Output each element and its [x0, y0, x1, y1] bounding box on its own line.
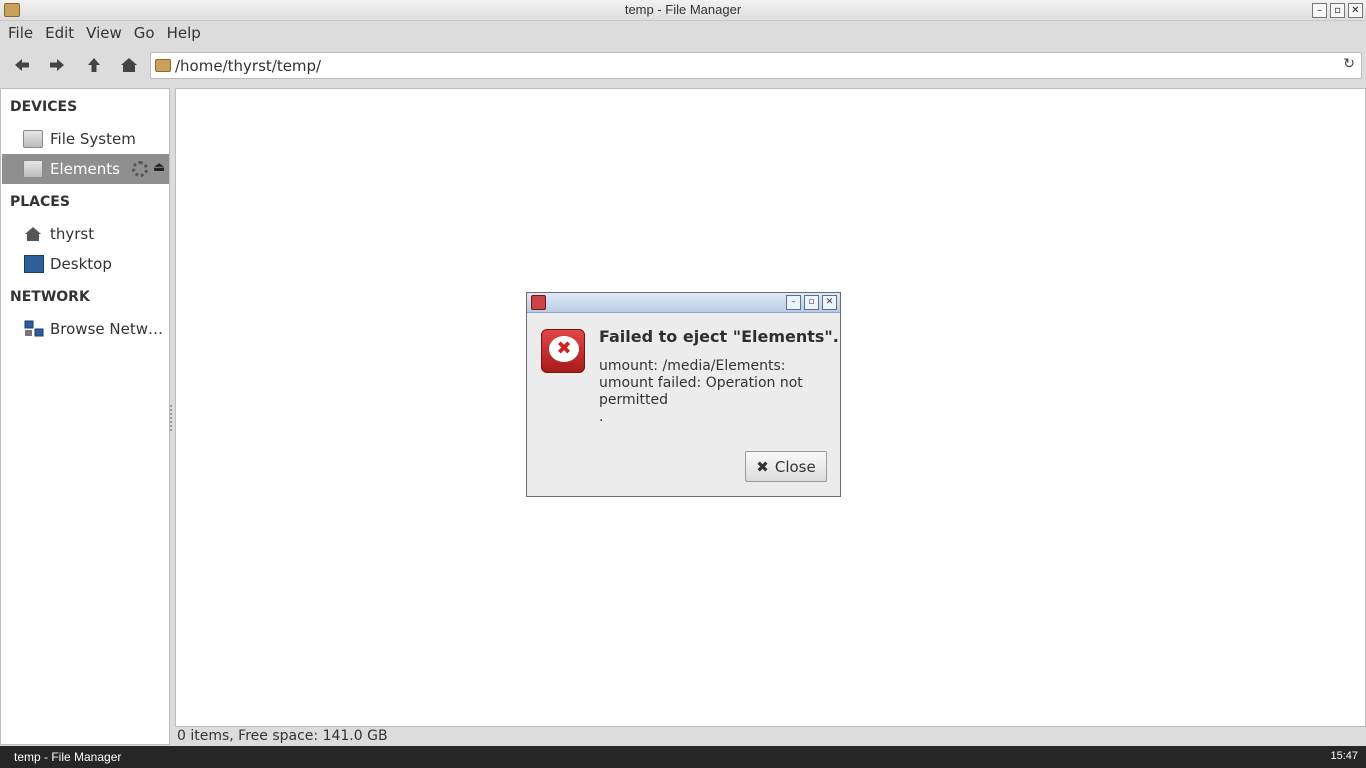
dialog-maximize-button[interactable]: ▫ [804, 295, 819, 310]
dialog-message-line: . [599, 409, 604, 425]
maximize-button[interactable]: ▫ [1330, 3, 1345, 18]
section-places: PLACES [10, 194, 70, 210]
up-arrow-icon [88, 58, 100, 72]
back-button[interactable] [11, 55, 33, 75]
menu-help[interactable]: Help [161, 24, 207, 42]
minimize-button[interactable]: – [1312, 3, 1327, 18]
desktop-icon [24, 255, 44, 273]
sidebar-item-thyrst[interactable]: thyrst [2, 219, 169, 249]
location-bar[interactable]: /home/thyrst/temp/ ↻ [150, 52, 1362, 79]
section-network: NETWORK [10, 289, 90, 305]
clock: 15:47 [1330, 750, 1358, 762]
dialog-message-line: permitted [599, 392, 669, 408]
toolbar: /home/thyrst/temp/ ↻ [0, 47, 1366, 85]
forward-button[interactable] [46, 55, 68, 75]
sidebar-item-label: Elements [50, 160, 120, 178]
dialog-titlebar: – ▫ ✕ [527, 293, 840, 313]
dialog-message-line: umount: /media/Elements: [599, 358, 786, 374]
forward-arrow-icon [50, 59, 64, 71]
close-window-button[interactable]: ✕ [1348, 3, 1363, 18]
error-icon: ✖ [541, 329, 585, 373]
dialog-window-controls: – ▫ ✕ [786, 295, 837, 310]
dialog-heading: Failed to eject "Elements". [599, 327, 839, 346]
window-titlebar: temp - File Manager – ▫ ✕ [0, 0, 1366, 21]
close-button-label: Close [774, 457, 816, 476]
up-button[interactable] [83, 55, 105, 75]
dialog-message-line: umount failed: Operation not [599, 375, 803, 391]
menu-file[interactable]: File [2, 24, 39, 42]
close-button[interactable]: ✖ Close [745, 451, 827, 482]
window-title: temp - File Manager [624, 2, 742, 17]
section-devices: DEVICES [10, 99, 78, 115]
busy-spinner-icon [132, 161, 148, 177]
home-button[interactable] [118, 55, 140, 75]
menu-edit[interactable]: Edit [39, 24, 80, 42]
drive-icon [23, 130, 43, 148]
menu-bar: File Edit View Go Help [0, 21, 1366, 45]
menu-go[interactable]: Go [128, 24, 161, 42]
reload-icon[interactable]: ↻ [1343, 56, 1355, 72]
close-icon: ✖ [756, 457, 769, 476]
back-arrow-icon [15, 59, 29, 71]
sidebar-item-browse-network[interactable]: Browse Netw… [2, 314, 169, 344]
error-app-icon [531, 295, 546, 310]
eject-icon[interactable]: ⏏ [153, 160, 165, 175]
network-icon [24, 320, 44, 337]
taskbar-item-file-manager[interactable]: temp - File Manager [14, 750, 121, 764]
dialog-minimize-button[interactable]: – [786, 295, 801, 310]
location-path[interactable]: /home/thyrst/temp/ [175, 57, 321, 75]
sidebar-item-label: Browse Netw… [50, 320, 163, 338]
taskbar: temp - File Manager 15:47 [0, 746, 1366, 768]
sidebar-item-file-system[interactable]: File System [2, 124, 169, 154]
sidebar-item-elements[interactable]: Elements ⏏ [2, 154, 169, 184]
window-controls: – ▫ ✕ [1312, 3, 1363, 18]
sidebar-item-desktop[interactable]: Desktop [2, 249, 169, 279]
sidebar-item-label: File System [50, 130, 136, 148]
sidebar-item-label: thyrst [50, 225, 95, 243]
home-icon [121, 58, 137, 72]
dialog-close-window-button[interactable]: ✕ [822, 295, 837, 310]
status-bar: 0 items, Free space: 141.0 GB [177, 728, 388, 744]
dialog-message: umount: /media/Elements: umount failed: … [599, 358, 834, 426]
drive-icon [23, 160, 43, 178]
folder-icon [155, 59, 171, 72]
home-icon [25, 227, 41, 241]
sidebar-item-label: Desktop [50, 255, 112, 273]
error-dialog: – ▫ ✕ ✖ Failed to eject "Elements". umou… [526, 292, 841, 497]
sidebar-resize-handle[interactable] [170, 405, 174, 431]
sidebar: DEVICES File System Elements ⏏ PLACES th… [0, 88, 170, 745]
menu-view[interactable]: View [80, 24, 128, 42]
